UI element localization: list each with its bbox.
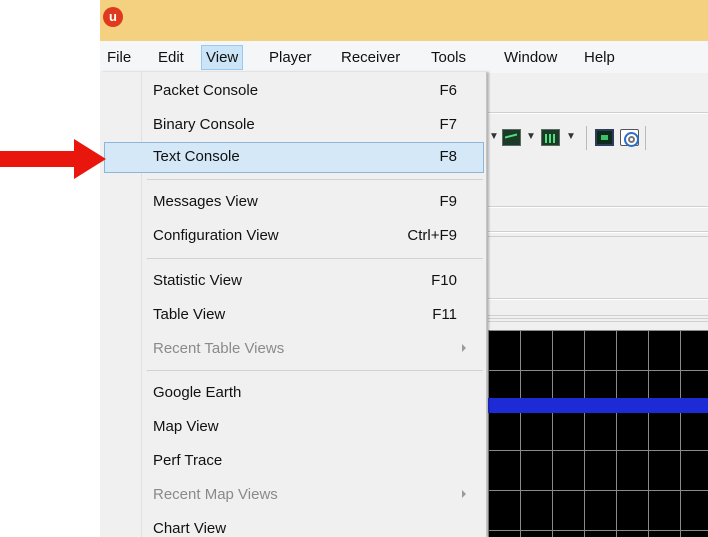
menu-item-shortcut: F6 <box>439 82 457 99</box>
menu-item-label: Packet Console <box>153 82 259 99</box>
menu-item-recent-map-views[interactable]: Recent Map Views <box>104 480 484 511</box>
menu-separator <box>147 179 483 180</box>
menu-edit[interactable]: Edit <box>153 45 189 70</box>
menu-bar: File Edit View Player Receiver Tools Win… <box>100 41 708 73</box>
menu-item-shortcut: F10 <box>431 272 457 289</box>
bar-chart-icon[interactable] <box>541 129 560 146</box>
view-dropdown-menu: Packet Console F6 Binary Console F7 Text… <box>100 72 487 537</box>
menu-item-label: Perf Trace <box>153 452 223 469</box>
menu-item-recent-table-views[interactable]: Recent Table Views <box>104 334 484 365</box>
menu-item-label: Table View <box>153 306 226 323</box>
menu-item-table-view[interactable]: Table View F11 <box>104 300 484 331</box>
app-window: u File Edit View Player Receiver Tools W… <box>100 0 708 537</box>
menu-item-label: Configuration View <box>153 227 279 244</box>
dropdown-arrow-icon[interactable]: ▼ <box>565 127 577 147</box>
menu-item-label: Recent Map Views <box>153 486 278 503</box>
submenu-arrow-icon <box>462 344 466 352</box>
console-icon[interactable] <box>595 129 614 146</box>
menu-item-shortcut: F7 <box>439 116 457 133</box>
menu-view[interactable]: View <box>201 45 244 70</box>
toolbar: ▼ ▼ ▼ <box>488 120 708 160</box>
app-logo-icon[interactable]: u <box>103 7 123 27</box>
menu-item-statistic-view[interactable]: Statistic View F10 <box>104 266 484 297</box>
menu-item-perf-trace[interactable]: Perf Trace <box>104 446 484 477</box>
title-bar: u <box>100 0 708 41</box>
menu-item-label: Binary Console <box>153 116 255 133</box>
menu-item-messages-view[interactable]: Messages View F9 <box>104 187 484 218</box>
menu-item-label: Google Earth <box>153 384 242 401</box>
toolbar-divider <box>488 113 708 114</box>
signal-grid-view[interactable] <box>488 330 708 537</box>
menu-item-binary-console[interactable]: Binary Console F7 <box>104 110 484 141</box>
pane-divider <box>488 315 708 316</box>
pane-divider <box>488 207 708 208</box>
menu-item-label: Chart View <box>153 520 227 537</box>
menu-item-shortcut: F8 <box>439 148 457 165</box>
menu-window[interactable]: Window <box>499 45 562 70</box>
dropdown-arrow-icon[interactable]: ▼ <box>488 127 500 147</box>
menu-item-chart-view[interactable]: Chart View <box>104 514 484 537</box>
menu-item-map-view[interactable]: Map View <box>104 412 484 443</box>
menu-help[interactable]: Help <box>579 45 620 70</box>
toolbar-separator <box>645 126 646 150</box>
menu-item-label: Messages View <box>153 193 258 210</box>
menu-tools[interactable]: Tools <box>426 45 471 70</box>
menu-item-configuration-view[interactable]: Configuration View Ctrl+F9 <box>104 221 484 252</box>
menu-separator <box>147 258 483 259</box>
menu-item-packet-console[interactable]: Packet Console F6 <box>104 76 484 107</box>
pointer-arrow-icon <box>0 139 106 179</box>
menu-item-google-earth[interactable]: Google Earth <box>104 378 484 409</box>
menu-item-shortcut: F9 <box>439 193 457 210</box>
menu-receiver[interactable]: Receiver <box>336 45 405 70</box>
radar-icon[interactable] <box>620 129 639 147</box>
menu-item-label: Recent Table Views <box>153 340 285 357</box>
menu-separator <box>147 370 483 371</box>
menu-item-label: Text Console <box>153 148 240 165</box>
submenu-arrow-icon <box>462 490 466 498</box>
pane-divider <box>488 318 708 319</box>
menu-file[interactable]: File <box>102 45 136 70</box>
menu-item-text-console[interactable]: Text Console F8 <box>104 142 484 173</box>
pane-divider <box>488 236 708 237</box>
pane-divider <box>488 321 708 322</box>
menu-item-label: Map View <box>153 418 219 435</box>
dropdown-arrow-icon[interactable]: ▼ <box>525 127 537 147</box>
menu-item-shortcut: F11 <box>432 306 457 323</box>
pane-divider <box>488 232 708 233</box>
menu-item-shortcut: Ctrl+F9 <box>407 227 457 244</box>
menu-player[interactable]: Player <box>264 45 317 70</box>
line-chart-icon[interactable] <box>502 129 521 146</box>
menu-item-label: Statistic View <box>153 272 242 289</box>
toolbar-separator <box>586 126 587 150</box>
signal-bar <box>488 398 708 413</box>
pane-divider <box>488 299 708 300</box>
